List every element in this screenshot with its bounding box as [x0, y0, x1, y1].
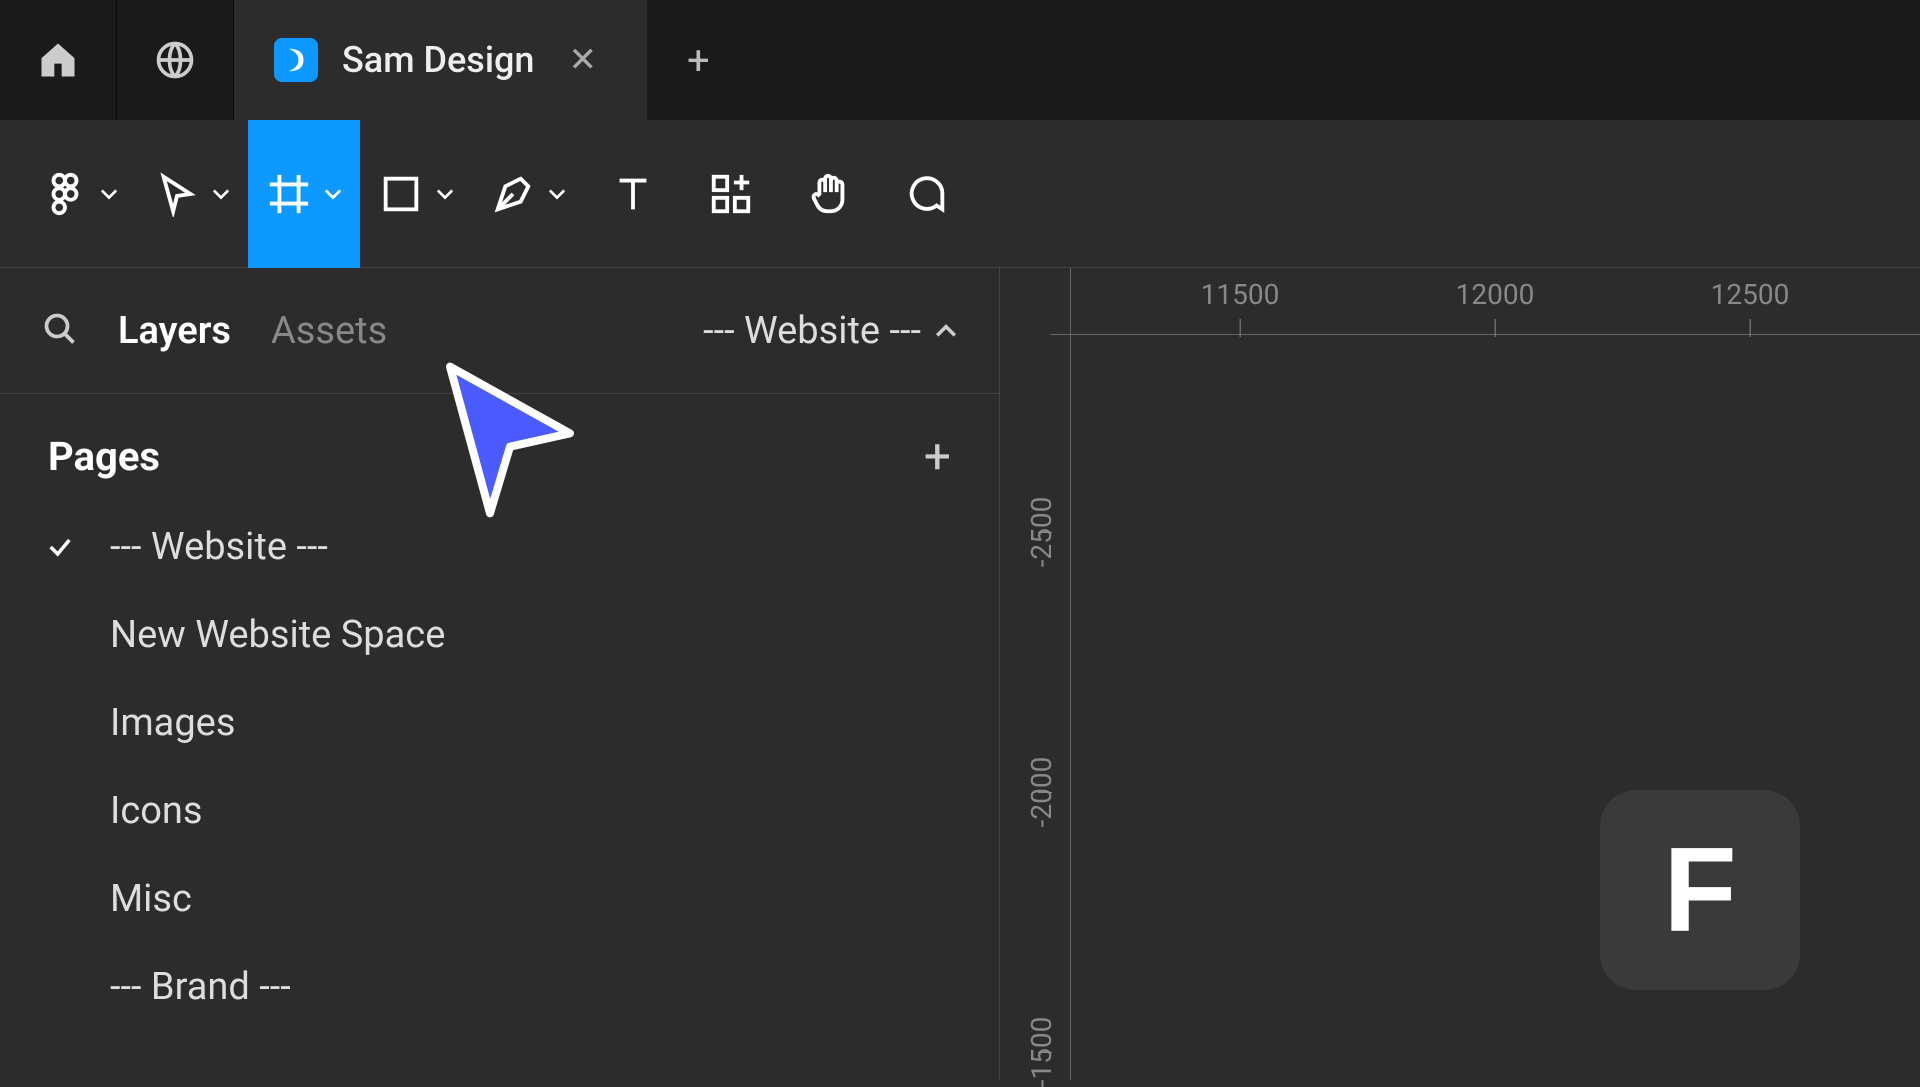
resources-icon — [708, 171, 754, 217]
page-row[interactable]: Images — [0, 679, 999, 767]
key-press-indicator: F — [1600, 790, 1800, 990]
page-row[interactable]: New Website Space — [0, 591, 999, 679]
text-icon — [610, 171, 656, 217]
pen-icon — [490, 171, 536, 217]
page-label: Misc — [110, 877, 192, 921]
search-layers-button[interactable] — [42, 311, 78, 351]
page-label: Icons — [110, 789, 203, 833]
ruler-vertical: -2500 -2000 -1500 — [1000, 332, 1050, 1080]
new-tab-button[interactable]: + — [647, 0, 750, 120]
chevron-up-icon — [935, 320, 957, 342]
page-label: Images — [110, 701, 235, 745]
frame-tool[interactable] — [248, 120, 360, 268]
resources-tool[interactable] — [682, 120, 780, 268]
text-tool[interactable] — [584, 120, 682, 268]
left-panel: Layers Assets --- Website --- Pages + --… — [0, 268, 1000, 1080]
left-panel-tabs: Layers Assets --- Website --- — [0, 268, 999, 394]
page-label: New Website Space — [110, 613, 445, 657]
main-menu-button[interactable] — [24, 120, 136, 268]
home-tab[interactable] — [0, 0, 117, 120]
page-row[interactable]: --- Website --- — [0, 503, 999, 591]
page-label: --- Website --- — [110, 525, 328, 569]
rectangle-icon — [378, 171, 424, 217]
chevron-down-icon — [548, 185, 566, 203]
chevron-down-icon — [324, 185, 342, 203]
app-tabbar: Sam Design ✕ + — [0, 0, 1920, 120]
frame-icon — [266, 171, 312, 217]
comment-tool[interactable] — [878, 120, 976, 268]
hand-tool[interactable] — [780, 120, 878, 268]
add-page-button[interactable]: + — [924, 428, 951, 485]
move-tool[interactable] — [136, 120, 248, 268]
home-icon — [36, 38, 80, 82]
pages-title: Pages — [48, 433, 160, 480]
check-icon — [40, 533, 80, 561]
figma-logo-icon — [42, 171, 88, 217]
canvas-guide-vertical — [1070, 268, 1071, 1080]
ruler-horizontal: 11500 12000 12500 — [1050, 268, 1920, 332]
chevron-down-icon — [100, 185, 118, 203]
layers-tab[interactable]: Layers — [118, 309, 231, 353]
file-tab-title: Sam Design — [342, 39, 534, 81]
pages-header: Pages + — [0, 394, 999, 503]
hand-icon — [806, 171, 852, 217]
page-dropdown[interactable]: --- Website --- — [703, 309, 957, 353]
shape-tool[interactable] — [360, 120, 472, 268]
page-dropdown-label: --- Website --- — [703, 309, 921, 353]
cursor-icon — [154, 171, 200, 217]
chevron-down-icon — [212, 185, 230, 203]
page-label: --- Brand --- — [110, 965, 291, 1009]
page-row[interactable]: --- Brand --- — [0, 943, 999, 1031]
pen-tool[interactable] — [472, 120, 584, 268]
chevron-down-icon — [436, 185, 454, 203]
page-row[interactable]: Icons — [0, 767, 999, 855]
page-row[interactable]: Misc — [0, 855, 999, 943]
main-toolbar — [0, 120, 1920, 268]
comment-icon — [904, 171, 950, 217]
search-icon — [42, 311, 78, 347]
close-tab-button[interactable]: ✕ — [558, 40, 607, 80]
active-file-tab[interactable]: Sam Design ✕ — [234, 0, 647, 120]
figma-file-icon — [274, 38, 318, 82]
community-tab[interactable] — [117, 0, 234, 120]
globe-icon — [153, 38, 197, 82]
assets-tab[interactable]: Assets — [271, 309, 387, 353]
